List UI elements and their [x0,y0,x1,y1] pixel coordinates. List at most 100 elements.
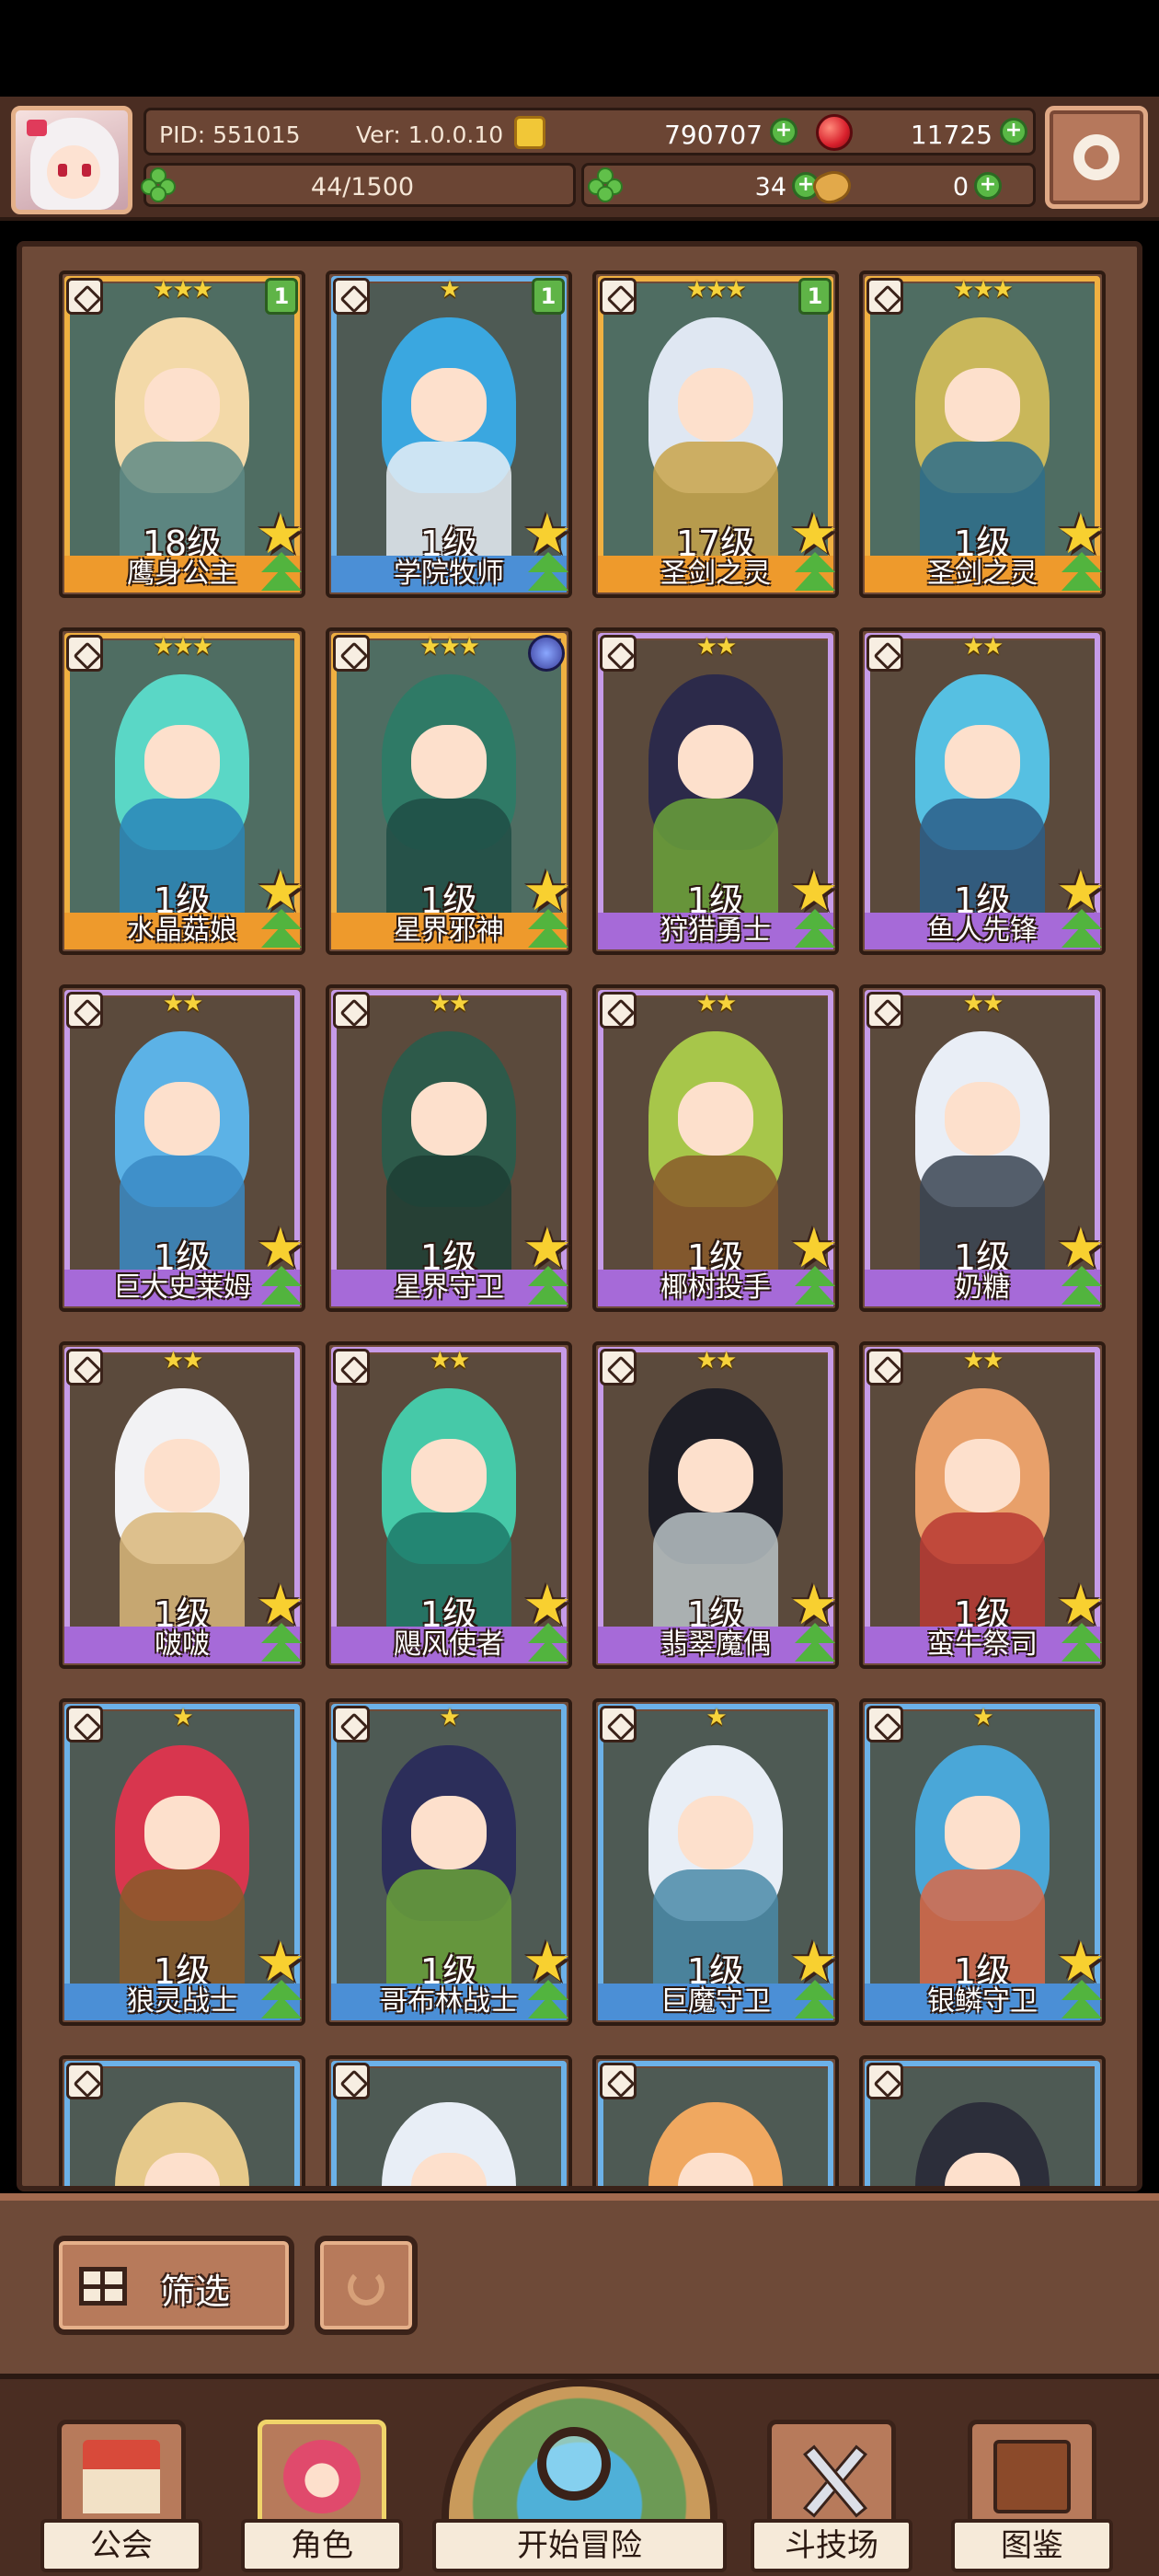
avatar-eye [58,164,67,177]
level-up-arrow-icon[interactable] [522,1266,574,1312]
character-card[interactable]: ★★★ 18级 鹰身公主 1 [59,270,305,598]
add-gold-button[interactable]: + [770,118,798,145]
level-up-arrow-icon[interactable] [789,1266,841,1312]
star-rating: ★★★ [153,633,213,661]
nav-guild[interactable]: 公会 [40,2420,202,2576]
character-card[interactable]: ★ 1级 哥布林战士 [326,1698,572,2026]
nav-codex[interactable]: 图鉴 [951,2420,1113,2576]
avatar-eye [82,164,91,177]
star-rating: ★★ [162,990,204,1018]
character-portrait [603,2068,828,2186]
character-card[interactable]: ★★★ 1级 圣剑之灵 [859,270,1106,598]
character-card[interactable]: ★★ 1级 奶糖 [859,984,1106,1312]
portrait-face [410,1796,488,1870]
character-card[interactable]: ★★ 1级 狩猎勇士 [592,627,839,955]
gold-amount: 790707 [664,120,763,150]
level-up-arrow-icon[interactable] [522,1980,574,2026]
character-card[interactable]: ★★ 1级 巨大史莱姆 [59,984,305,1312]
portrait-face [143,1796,221,1870]
player-id: PID: 551015 [159,121,301,148]
character-card[interactable]: ★ 1级 学院牧师 1 [326,270,572,598]
resource-bar: PID: 551015 Ver: 1.0.0.10 790707 + 11725… [0,97,1159,221]
character-card[interactable] [592,2055,839,2186]
class-icon [600,2063,637,2099]
nav-character[interactable]: 角色 [241,2420,403,2576]
star-rating: ★ [706,1704,727,1731]
character-card[interactable]: ★★★ 17级 圣剑之灵 1 [592,270,839,598]
bread-amount: 0 [952,173,969,201]
level-up-arrow-icon[interactable] [1056,552,1107,598]
level-up-arrow-icon[interactable] [256,1980,307,2026]
count-badge: 1 [798,278,832,315]
character-card[interactable]: ★★ 1级 蛮牛祭司 [859,1341,1106,1669]
portrait-face [677,725,754,799]
portrait-face [410,1439,488,1513]
character-card[interactable]: ★ 1级 巨魔守卫 [592,1698,839,2026]
gear-icon [1073,134,1119,180]
avatar-bow [27,120,47,136]
character-card[interactable] [59,2055,305,2186]
character-card[interactable] [326,2055,572,2186]
portrait-face [143,725,221,799]
coin-icon [514,116,545,149]
character-card[interactable]: ★★★ 1级 水晶菇娘 [59,627,305,955]
filter-button[interactable]: 筛选 [53,2236,294,2335]
nav-label: 角色 [241,2519,403,2572]
nav-adventure[interactable]: 开始冒险 [432,2379,727,2576]
player-avatar[interactable] [11,106,132,214]
bottom-nav: 公会 角色 开始冒险 斗技场 图鉴 [0,2374,1159,2576]
character-card[interactable]: ★★ 1级 星界守卫 [326,984,572,1312]
level-up-arrow-icon[interactable] [522,1623,574,1669]
portrait-face [944,1796,1021,1870]
level-up-arrow-icon[interactable] [256,1266,307,1312]
character-card[interactable]: ★★ 1级 飓风使者 [326,1341,572,1669]
class-icon [333,2063,370,2099]
level-up-arrow-icon[interactable] [256,1623,307,1669]
level-up-arrow-icon[interactable] [256,552,307,598]
portrait-face [410,725,488,799]
level-up-arrow-icon[interactable] [1056,1623,1107,1669]
star-rating: ★★ [162,1347,204,1374]
character-card[interactable]: ★ 1级 狼灵战士 [59,1698,305,2026]
star-rating: ★★ [695,990,738,1018]
exp-progress: 44/1500 [310,173,415,201]
character-card[interactable] [859,2055,1106,2186]
level-up-arrow-icon[interactable] [1056,1980,1107,2026]
level-up-arrow-icon[interactable] [789,552,841,598]
nav-arena[interactable]: 斗技场 [751,2420,912,2576]
star-rating: ★★ [962,633,1004,661]
level-up-arrow-icon[interactable] [789,1980,841,2026]
refresh-icon [348,2269,384,2306]
level-up-arrow-icon[interactable] [522,552,574,598]
level-up-arrow-icon[interactable] [256,909,307,955]
character-card[interactable]: ★★ 1级 椰树投手 [592,984,839,1312]
level-up-arrow-icon[interactable] [1056,909,1107,955]
level-up-arrow-icon[interactable] [522,909,574,955]
portrait-face [677,368,754,443]
star-rating: ★★ [695,1347,738,1374]
level-up-arrow-icon[interactable] [1056,1266,1107,1312]
character-card[interactable]: ★★★ 1级 星界邪神 [326,627,572,955]
star-rating: ★ [172,1704,193,1731]
crossed-swords-icon [793,2440,870,2513]
settings-button[interactable] [1045,106,1148,209]
character-card[interactable]: ★★ 1级 翡翠魔偶 [592,1341,839,1669]
star-rating: ★★ [429,1347,471,1374]
exp-bar: 44/1500 [141,163,576,207]
reset-filter-button[interactable] [315,2236,418,2335]
house-icon [83,2440,160,2513]
level-up-arrow-icon[interactable] [789,1623,841,1669]
star-rating: ★★ [429,990,471,1018]
filter-label: 筛选 [160,2271,231,2312]
add-bread-button[interactable]: + [974,172,1002,200]
character-card[interactable]: ★★ 1级 鱼人先锋 [859,627,1106,955]
count-badge: 1 [265,278,298,315]
star-rating: ★★ [962,1347,1004,1374]
star-rating: ★ [972,1704,993,1731]
level-up-arrow-icon[interactable] [789,909,841,955]
add-gems-button[interactable]: + [1000,118,1027,145]
character-card[interactable]: ★ 1级 银鳞守卫 [859,1698,1106,2026]
character-card[interactable]: ★★ 1级 啵啵 [59,1341,305,1669]
ruby-icon [816,114,853,151]
portrait-face [944,1439,1021,1513]
